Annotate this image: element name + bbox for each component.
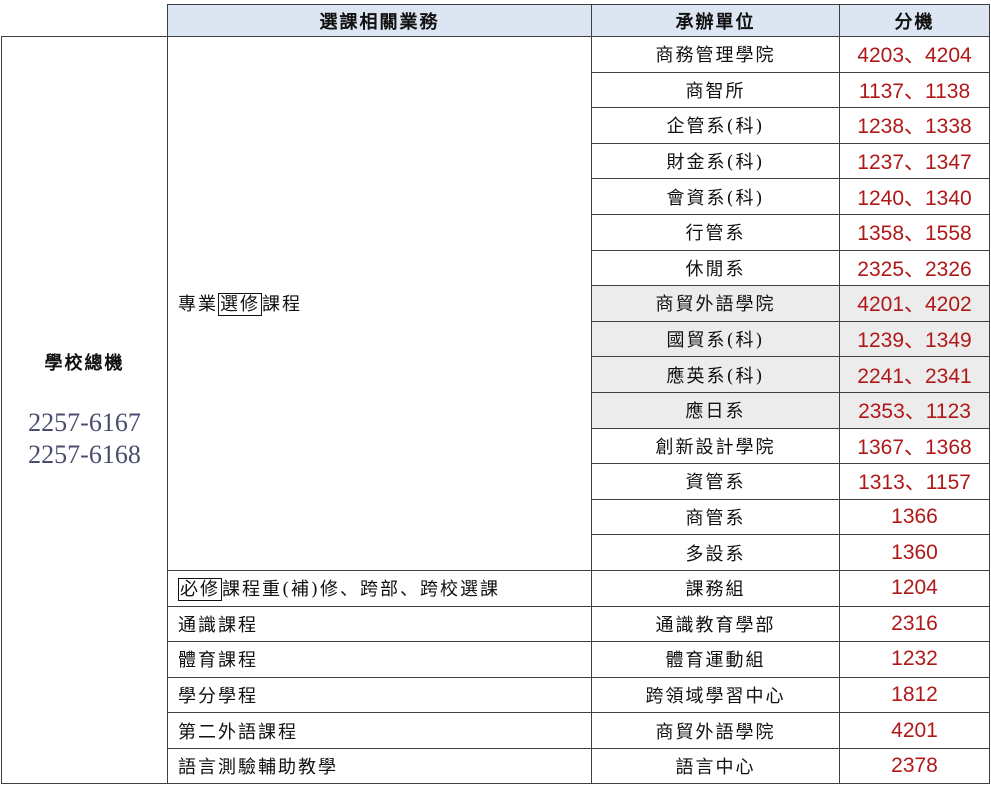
unit-cell: 企管系(科) (591, 107, 840, 144)
table-row: 學校總機 2257-6167 2257-6168 專業 選修 課程 商務管理學院 4… (1, 35, 990, 785)
unit-cell: 行管系 (591, 213, 840, 251)
unit-cell: 財金系(科) (591, 142, 840, 180)
unit-cell: 商務管理學院 (591, 36, 840, 73)
extension-cell: 1367、1368 (839, 427, 990, 465)
extension-cell: 1238、1338 (839, 107, 990, 144)
switchboard-title: 學校總機 (44, 353, 125, 375)
extension-cell: 4203、4204 (839, 36, 990, 73)
unit-cell: 跨領域學習中心 (591, 676, 840, 714)
header-blank-cell (1, 4, 168, 37)
extension-cell: 2353、1123 (839, 391, 990, 429)
task-cell: 第二外語課程 (167, 712, 592, 749)
task-cell: 通識課程 (167, 605, 592, 643)
extension-cell: 1240、1340 (839, 178, 990, 215)
elective-label-boxed: 選修 (218, 293, 262, 317)
unit-cell: 休閒系 (591, 249, 840, 287)
unit-cell: 商管系 (591, 498, 840, 536)
extension-cell: 1812 (839, 676, 990, 714)
task-cell: 語言測驗輔助教學 (167, 747, 592, 785)
extension-cell: 2241、2341 (839, 356, 990, 393)
required-label-post: 課程重(補)修、跨部、跨校選課 (222, 579, 501, 601)
switchboard-cell: 學校總機 2257-6167 2257-6168 (1, 35, 168, 785)
extension-cell: 1366 (839, 498, 990, 536)
extension-cell: 1237、1347 (839, 142, 990, 180)
extension-cell: 2316 (839, 605, 990, 643)
header-row: 選課相關業務 承辦單位 分機 (1, 4, 990, 37)
elective-task-cell: 專業 選修 課程 (167, 36, 592, 571)
unit-cell: 國貿系(科) (591, 320, 840, 358)
extension-cell: 1239、1349 (839, 320, 990, 358)
required-label-boxed: 必修 (178, 578, 222, 602)
extension-cell: 1358、1558 (839, 213, 990, 251)
switchboard-phone: 2257-6168 (28, 440, 141, 470)
unit-cell: 商貿外語學院 (591, 712, 840, 749)
header-ext: 分機 (839, 4, 990, 37)
elective-label-post: 課程 (262, 294, 302, 316)
task-cell: 體育課程 (167, 641, 592, 678)
extension-cell: 1137、1138 (839, 71, 990, 109)
extension-cell: 1232 (839, 641, 990, 678)
unit-cell: 商智所 (591, 71, 840, 109)
extension-cell: 1204 (839, 569, 990, 607)
unit-cell: 創新設計學院 (591, 427, 840, 465)
extension-cell: 4201、4202 (839, 285, 990, 322)
extension-cell: 1360 (839, 534, 990, 571)
extension-table: 選課相關業務 承辦單位 分機 學校總機 2257-6167 2257-6168 … (1, 4, 990, 785)
header-unit: 承辦單位 (591, 4, 840, 37)
extension-cell: 2378 (839, 747, 990, 785)
unit-cell: 多設系 (591, 534, 840, 571)
extension-cell: 1313、1157 (839, 463, 990, 500)
unit-cell: 語言中心 (591, 747, 840, 785)
unit-cell: 商貿外語學院 (591, 285, 840, 322)
unit-cell: 課務組 (591, 569, 840, 607)
unit-cell: 資管系 (591, 463, 840, 500)
extension-cell: 4201 (839, 712, 990, 749)
elective-label-pre: 專業 (178, 294, 218, 316)
unit-cell: 通識教育學部 (591, 605, 840, 643)
unit-cell: 會資系(科) (591, 178, 840, 215)
required-task-cell: 必修 課程重(補)修、跨部、跨校選課 (167, 569, 592, 607)
unit-cell: 應日系 (591, 391, 840, 429)
unit-cell: 應英系(科) (591, 356, 840, 393)
switchboard-phone: 2257-6167 (28, 408, 141, 438)
extension-cell: 2325、2326 (839, 249, 990, 287)
task-cell: 學分學程 (167, 676, 592, 714)
header-task: 選課相關業務 (167, 4, 592, 37)
unit-cell: 體育運動組 (591, 641, 840, 678)
